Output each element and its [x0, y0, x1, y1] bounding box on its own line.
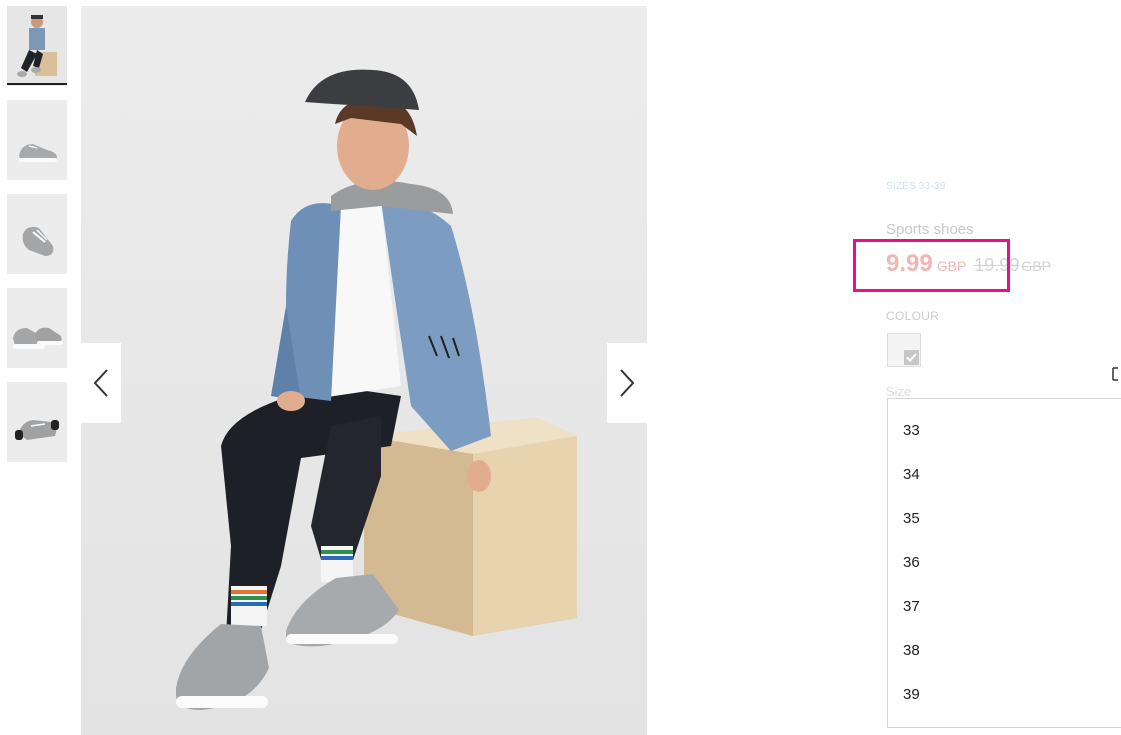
mouse-cursor-icon: [1112, 367, 1118, 381]
current-price-currency: GBP: [936, 258, 967, 274]
old-price: 19.99: [974, 255, 1020, 275]
product-title: Sports shoes: [886, 221, 974, 238]
active-thumbnail-indicator: [7, 83, 67, 85]
thumbnail-shoe-sole[interactable]: [7, 382, 67, 462]
thumbnail-shoe-top[interactable]: [7, 194, 67, 274]
chevron-left-icon: [93, 369, 108, 397]
size-label: Size: [886, 384, 912, 399]
main-product-image: [81, 6, 647, 735]
previous-image-button[interactable]: [81, 343, 121, 423]
thumbnail-shoe-side[interactable]: [7, 100, 67, 180]
size-option-35[interactable]: 35: [888, 497, 1121, 541]
thumbnail-model[interactable]: [7, 6, 67, 86]
size-option-38[interactable]: 38: [888, 629, 1121, 673]
size-option-37[interactable]: 37: [888, 585, 1121, 629]
thumbnail-shoe-pair[interactable]: [7, 288, 67, 368]
chevron-right-icon: [620, 369, 635, 397]
size-option-39[interactable]: 39: [888, 673, 1121, 717]
size-dropdown-list[interactable]: 33 34 35 36 37 38 39: [887, 398, 1121, 728]
size-option-34[interactable]: 34: [888, 453, 1121, 497]
colour-label: COLOUR: [886, 309, 940, 323]
current-price: 9.99: [886, 250, 933, 277]
size-option-36[interactable]: 36: [888, 541, 1121, 585]
size-option-33[interactable]: 33: [888, 409, 1121, 453]
sizes-range-label: SIZES 33-39: [886, 181, 946, 192]
old-price-currency: GBP: [1021, 258, 1051, 274]
next-image-button[interactable]: [607, 343, 647, 423]
price-row: 9.99 GBP 19.99 GBP: [886, 250, 1051, 278]
checkmark-icon: [904, 350, 919, 365]
